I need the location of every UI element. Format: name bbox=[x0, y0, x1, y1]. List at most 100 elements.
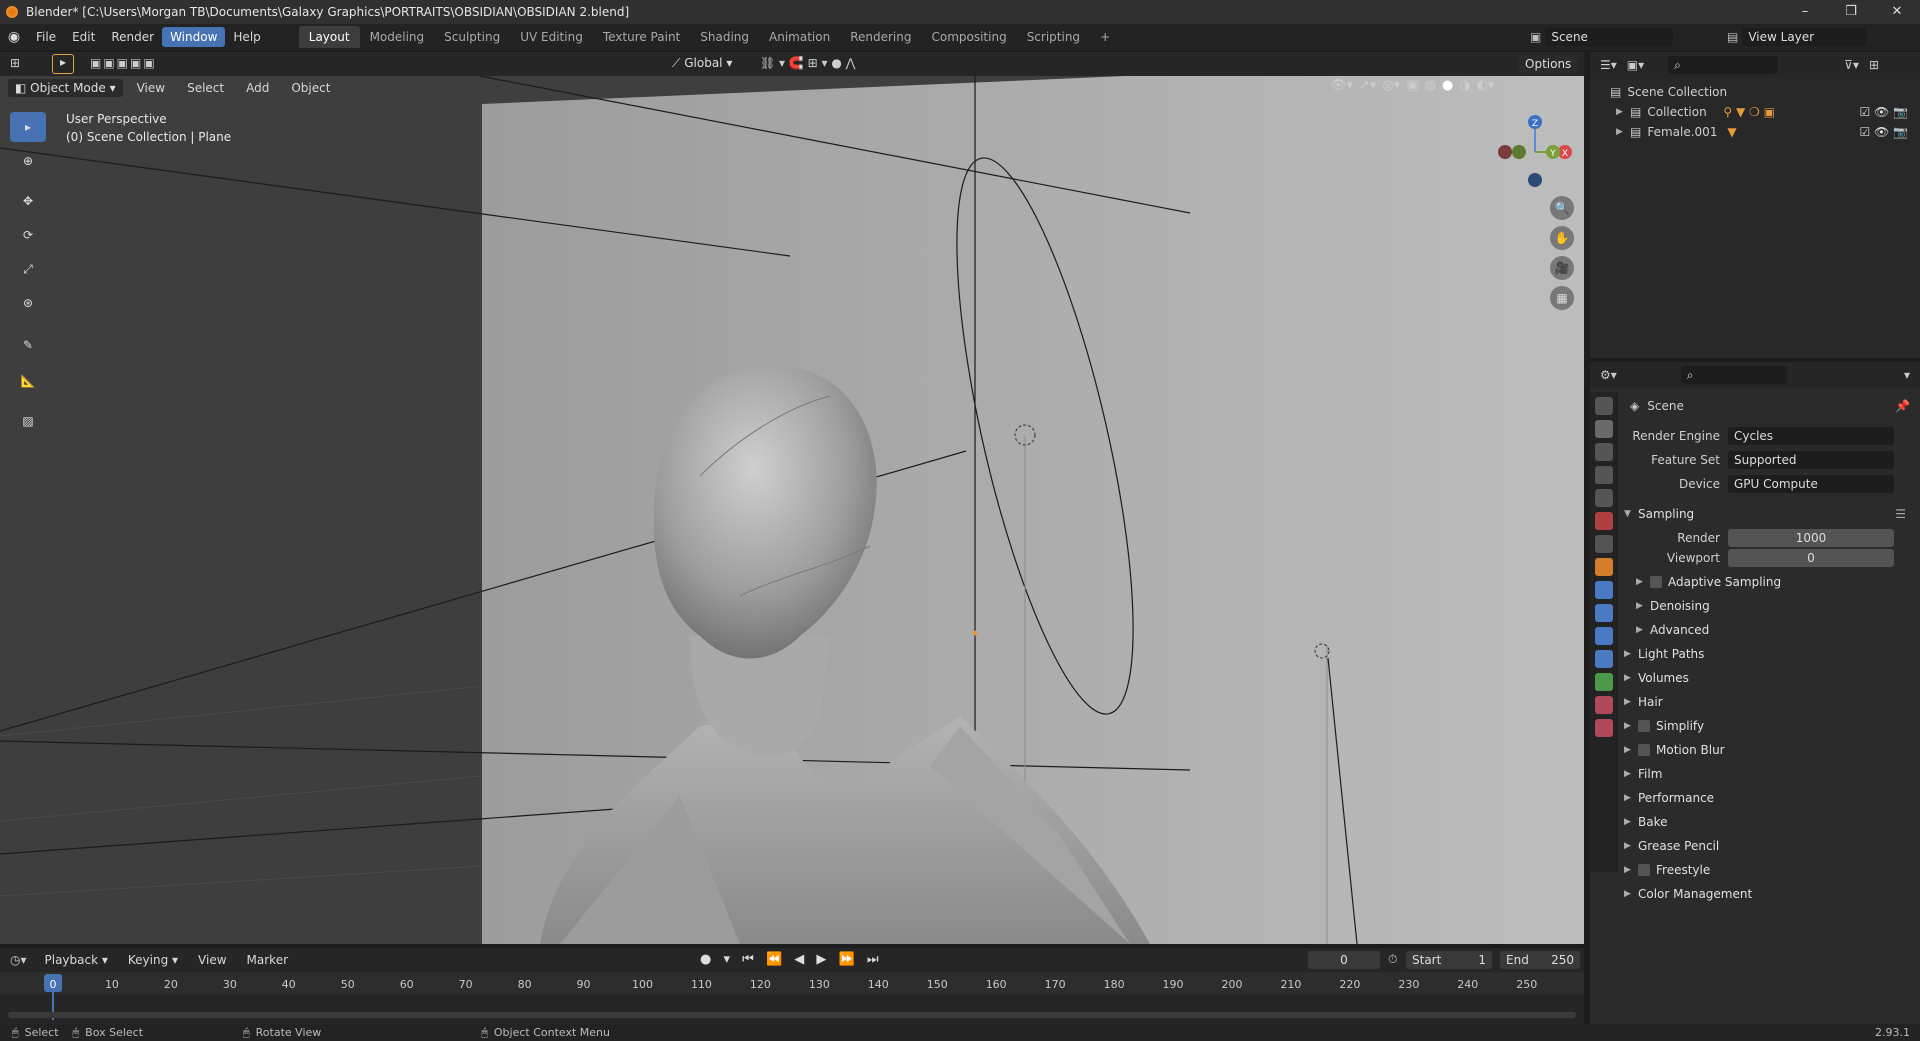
panel-volumes[interactable]: ▶ Volumes bbox=[1624, 666, 1920, 690]
panel-light-paths[interactable]: ▶ Light Paths bbox=[1624, 642, 1920, 666]
blender-menu-icon[interactable]: ◉ bbox=[0, 29, 28, 45]
subpanel-adaptive-sampling[interactable]: ▶ Adaptive Sampling bbox=[1624, 570, 1920, 594]
view-layer-tab-icon[interactable] bbox=[1595, 466, 1613, 484]
panel-checkbox[interactable] bbox=[1638, 864, 1650, 876]
subpanel-denoising[interactable]: ▶ Denoising bbox=[1624, 594, 1920, 618]
end-frame-field[interactable]: End 250 bbox=[1500, 951, 1580, 969]
scene-name-field[interactable]: Scene bbox=[1545, 28, 1674, 46]
transform-orientation[interactable]: ⟋ Global ▾ bbox=[672, 56, 732, 71]
subpanel-advanced[interactable]: ▶ Advanced bbox=[1624, 618, 1920, 642]
shading-rendered-icon[interactable]: ◐▾ bbox=[1477, 78, 1495, 93]
menu-help[interactable]: Help bbox=[225, 27, 268, 47]
data-tab-icon[interactable] bbox=[1595, 673, 1613, 691]
panel-film[interactable]: ▶ Film bbox=[1624, 762, 1920, 786]
outliner-editor-icon[interactable]: ☰▾ bbox=[1600, 58, 1617, 72]
object-tab-icon[interactable] bbox=[1595, 558, 1613, 576]
timeline-editor-icon[interactable]: ◷▾ bbox=[10, 953, 27, 967]
outliner-search-input[interactable]: ⌕ bbox=[1668, 56, 1779, 74]
viewport-menu-object[interactable]: Object bbox=[283, 78, 338, 98]
particles-tab-icon[interactable] bbox=[1595, 604, 1613, 622]
stopwatch-icon[interactable]: ⏱ bbox=[1388, 952, 1397, 967]
display-mode-icon[interactable]: ▣▾ bbox=[1627, 58, 1644, 72]
tab-uv-editing[interactable]: UV Editing bbox=[510, 26, 593, 48]
playback-controls[interactable]: ● ▾ ⏮ ⏪ ◀ ▶ ⏩ ⏭ bbox=[700, 952, 883, 967]
panel-checkbox[interactable] bbox=[1638, 720, 1650, 732]
tool-tab-icon[interactable] bbox=[1595, 397, 1613, 415]
minimize-button[interactable]: – bbox=[1782, 0, 1828, 24]
tab-animation[interactable]: Animation bbox=[759, 26, 840, 48]
view-layer-selector[interactable]: ▤ View Layer bbox=[1727, 28, 1867, 46]
render-tab-icon[interactable] bbox=[1595, 420, 1613, 438]
viewport-menu-add[interactable]: Add bbox=[238, 78, 277, 98]
select-box-tool[interactable]: ▸ bbox=[10, 112, 46, 142]
zoom-icon[interactable]: 🔍 bbox=[1550, 196, 1574, 220]
expand-arrow-icon[interactable]: ▶ bbox=[1616, 127, 1630, 137]
world-tab-icon[interactable] bbox=[1595, 512, 1613, 530]
pan-hand-icon[interactable]: ✋ bbox=[1550, 226, 1574, 250]
viewport-shading-controls[interactable]: 👁▾ ↗▾ ◎▾ ▣ ◍ ● ◑ ◐▾ bbox=[1330, 78, 1495, 93]
new-collection-icon[interactable]: ⊞ bbox=[1869, 58, 1879, 72]
tab-scripting[interactable]: Scripting bbox=[1017, 26, 1090, 48]
visibility-controls[interactable]: ☑ 👁 📷 bbox=[1859, 125, 1908, 139]
start-frame-field[interactable]: Start 1 bbox=[1406, 951, 1492, 969]
panel-freestyle[interactable]: ▶ Freestyle bbox=[1624, 858, 1920, 882]
add-workspace-button[interactable]: + bbox=[1090, 26, 1120, 48]
restore-button[interactable]: ❐ bbox=[1828, 0, 1874, 24]
xray-icon[interactable]: ▣ bbox=[1406, 78, 1418, 93]
panel-motion-blur[interactable]: ▶ Motion Blur bbox=[1624, 738, 1920, 762]
outliner-row-collection[interactable]: ▶ ▤ Collection ⚲ ▼ ❍ ▣ ☑ 👁 📷 bbox=[1590, 102, 1920, 122]
overlay-toggle-icon[interactable]: ◎▾ bbox=[1382, 78, 1400, 93]
viewport-menu-select[interactable]: Select bbox=[179, 78, 232, 98]
select-mode-icons[interactable]: ▣▣▣▣▣ bbox=[90, 56, 157, 70]
output-tab-icon[interactable] bbox=[1595, 443, 1613, 461]
tab-modeling[interactable]: Modeling bbox=[360, 26, 435, 48]
panel-hair[interactable]: ▶ Hair bbox=[1624, 690, 1920, 714]
cursor-tool[interactable]: ⊕ bbox=[10, 146, 46, 176]
properties-editor-icon[interactable]: ⚙▾ bbox=[1600, 368, 1617, 382]
menu-render[interactable]: Render bbox=[103, 27, 162, 47]
tab-sculpting[interactable]: Sculpting bbox=[434, 26, 510, 48]
presets-icon[interactable]: ☰ bbox=[1895, 507, 1906, 521]
timeline-menu-keying[interactable]: Keying ▾ bbox=[120, 950, 186, 970]
adaptive-sampling-checkbox[interactable] bbox=[1650, 576, 1662, 588]
shading-material-icon[interactable]: ◑ bbox=[1459, 78, 1470, 93]
panel-bake[interactable]: ▶ Bake bbox=[1624, 810, 1920, 834]
visibility-controls[interactable]: ☑ 👁 📷 bbox=[1859, 105, 1908, 119]
material-tab-icon[interactable] bbox=[1595, 696, 1613, 714]
scene-tab-icon[interactable] bbox=[1595, 489, 1613, 507]
feature-set-select[interactable]: Supported bbox=[1728, 451, 1894, 469]
collection-tab-icon[interactable] bbox=[1595, 535, 1613, 553]
editor-type-icon[interactable]: ⊞ bbox=[10, 56, 20, 70]
viewport-menu-view[interactable]: View bbox=[129, 78, 173, 98]
ortho-grid-icon[interactable]: ▦ bbox=[1550, 286, 1574, 310]
tab-layout[interactable]: Layout bbox=[298, 26, 360, 48]
measure-tool[interactable]: 📐 bbox=[10, 366, 46, 396]
shading-wireframe-icon[interactable]: ◍ bbox=[1425, 78, 1436, 93]
filter-icon[interactable]: ⊽▾ bbox=[1844, 58, 1859, 72]
menu-edit[interactable]: Edit bbox=[64, 27, 103, 47]
current-frame-field[interactable]: 0 bbox=[1308, 951, 1380, 969]
modifier-tab-icon[interactable] bbox=[1595, 581, 1613, 599]
view-layer-field[interactable]: View Layer bbox=[1742, 28, 1867, 46]
tab-texture-paint[interactable]: Texture Paint bbox=[593, 26, 690, 48]
menu-window[interactable]: Window bbox=[162, 27, 226, 47]
expand-arrow-icon[interactable]: ▶ bbox=[1616, 107, 1630, 117]
timeline-menu-playback[interactable]: Playback ▾ bbox=[37, 950, 116, 970]
scene-selector[interactable]: ▣ Scene bbox=[1530, 28, 1674, 46]
panel-sampling[interactable]: ▼ Sampling ☰ bbox=[1624, 502, 1920, 526]
snap-icons[interactable]: ⛓ ▾ 🧲 ⊞ ▾ ● ⋀ bbox=[760, 56, 855, 70]
shading-solid-icon[interactable]: ● bbox=[1442, 78, 1453, 93]
panel-checkbox[interactable] bbox=[1638, 744, 1650, 756]
timeline-scrollbar[interactable] bbox=[8, 1012, 1576, 1018]
move-tool[interactable]: ✥ bbox=[10, 186, 46, 216]
timeline-menu-view[interactable]: View bbox=[190, 950, 234, 970]
tab-compositing[interactable]: Compositing bbox=[921, 26, 1016, 48]
rotate-tool[interactable]: ⟳ bbox=[10, 220, 46, 250]
annotate-tool[interactable]: ✎ bbox=[10, 330, 46, 360]
visibility-icon[interactable]: 👁▾ bbox=[1330, 78, 1353, 93]
samples-render-field[interactable]: 1000 bbox=[1728, 529, 1894, 547]
scale-tool[interactable]: ⤢ bbox=[10, 254, 46, 284]
timeline-menu-marker[interactable]: Marker bbox=[239, 950, 296, 970]
navigation-gizmo[interactable]: Z X Y bbox=[1495, 112, 1575, 192]
device-select[interactable]: GPU Compute bbox=[1728, 475, 1894, 493]
